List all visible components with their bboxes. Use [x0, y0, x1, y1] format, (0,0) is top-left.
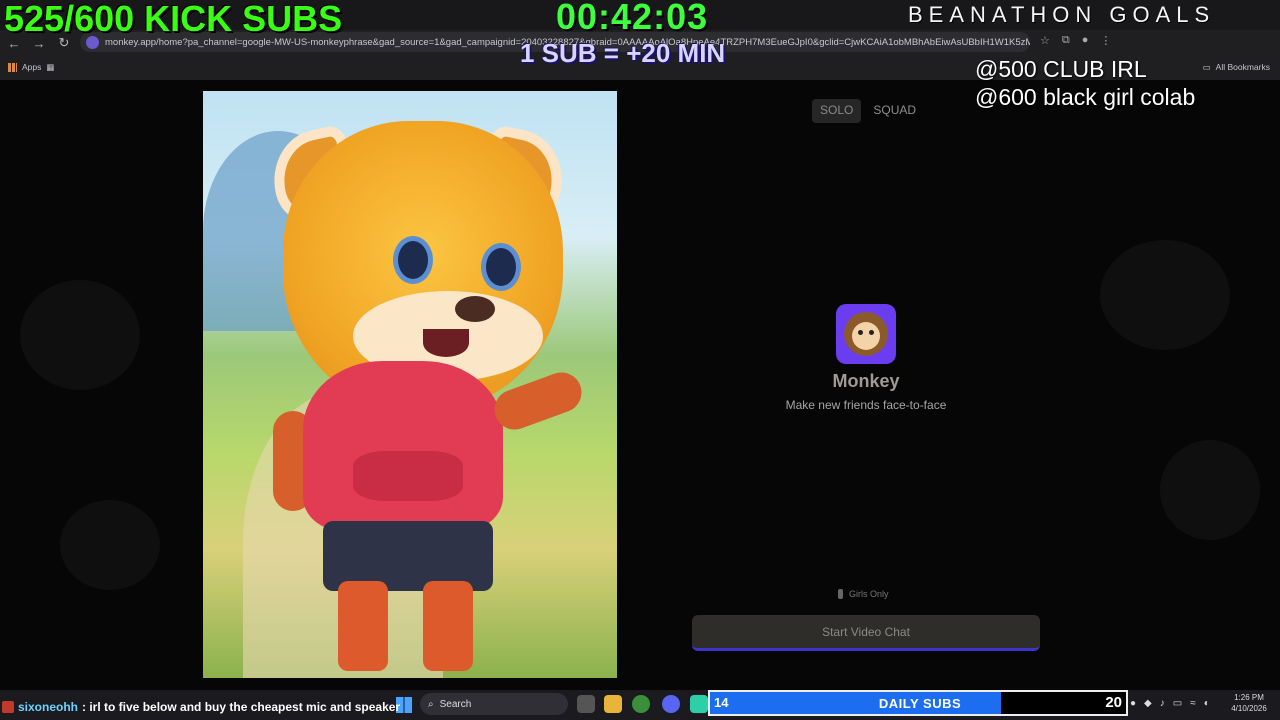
background-blob: [20, 280, 140, 390]
kick-icon[interactable]: [690, 695, 708, 713]
overlay-subs-goal: 525/600 KICK SUBS: [4, 0, 343, 39]
avatar-leg-right: [423, 581, 473, 671]
overlay-goal-item: @500 CLUB IRL: [975, 56, 1147, 82]
network-icon[interactable]: ▭: [1173, 698, 1182, 709]
chat-badge-icon: [2, 701, 14, 713]
background-blob: [1160, 440, 1260, 540]
chat-username: sixoneohh: [18, 700, 79, 714]
tray-app-icon[interactable]: ●: [1130, 698, 1136, 709]
app-name: Monkey: [832, 371, 900, 391]
daily-subs-goal: 20: [1105, 694, 1122, 711]
all-bookmarks[interactable]: ▭ All Bookmarks: [1203, 62, 1270, 73]
overlay-sub-rate: 1 SUB = +20 MIN: [520, 38, 726, 68]
overlay-timer: 00:42:03: [556, 0, 709, 37]
background-blob: [60, 500, 160, 590]
overlay-goal-item: @600 black girl colab: [975, 84, 1196, 110]
overlay-chat-message: sixoneohh : irl to five below and buy th…: [2, 700, 400, 714]
clock-time: 1:26 PM: [1234, 693, 1264, 702]
discord-icon[interactable]: [662, 695, 680, 713]
start-video-chat-button[interactable]: Start Video Chat: [692, 615, 1040, 651]
avatar-eye-left: [393, 236, 433, 284]
task-view-icon[interactable]: [577, 695, 595, 713]
extension-icon[interactable]: ⧉: [1062, 34, 1070, 47]
app-tagline: Make new friends face-to-face: [785, 398, 947, 412]
clock-date: 4/10/2026: [1231, 704, 1267, 713]
menu-icon[interactable]: ⋮: [1100, 34, 1111, 47]
monkey-page: SOLO SQUAD Monkey Make new friends face-…: [0, 80, 1280, 690]
shield-icon[interactable]: ◆: [1144, 698, 1152, 709]
screen: ← → ↻ monkey.app/home?pa_channel=google-…: [0, 0, 1280, 720]
avatar-mouth: [423, 329, 469, 357]
volume-icon[interactable]: ◐: [1204, 698, 1210, 709]
mode-squad[interactable]: SQUAD: [865, 99, 924, 123]
girls-only-toggle[interactable]: Girls Only: [838, 589, 889, 599]
search-label: Search: [439, 698, 472, 710]
monkey-eye: [858, 330, 863, 335]
folder-icon: ▭: [1202, 61, 1211, 72]
overlay-goals-title: BEANATHON GOALS: [908, 2, 1216, 27]
toggle-icon: [838, 589, 843, 599]
search-icon: ⌕: [428, 698, 434, 710]
daily-subs-label: DAILY SUBS: [878, 696, 962, 711]
mode-solo[interactable]: SOLO: [812, 99, 862, 123]
monkey-muzzle: [852, 322, 880, 350]
tab-groups-icon[interactable]: ▦: [46, 62, 54, 73]
file-explorer-icon[interactable]: [604, 695, 622, 713]
bookmark-apps[interactable]: Apps ▦: [8, 62, 54, 73]
wifi-icon[interactable]: ≈: [1190, 698, 1196, 709]
mode-toggle: SOLO SQUAD: [812, 99, 924, 123]
profile-icon[interactable]: ●: [1082, 34, 1089, 47]
background-blob: [1100, 240, 1230, 350]
hoodie-pocket: [353, 451, 463, 501]
system-tray: ● ◆ ♪ ▭ ≈ ◐: [1130, 698, 1210, 709]
taskbar-clock[interactable]: 1:26 PM 4/10/2026: [1224, 692, 1274, 714]
monkey-eye: [869, 330, 874, 335]
apps-label: Apps: [22, 62, 42, 72]
monkey-face-icon: [844, 312, 888, 356]
all-bookmarks-label: All Bookmarks: [1215, 62, 1270, 72]
avatar-eye-right: [481, 243, 521, 291]
bookmark-star-icon[interactable]: ☆: [1040, 34, 1050, 47]
chrome-icon[interactable]: [632, 695, 650, 713]
self-video-preview: [203, 91, 617, 678]
girls-only-label: Girls Only: [849, 589, 889, 599]
avatar-leg-left: [338, 581, 388, 671]
extension-icons: ☆ ⧉ ● ⋮: [1040, 34, 1111, 47]
avatar-nose: [455, 296, 495, 322]
microphone-icon[interactable]: ♪: [1160, 698, 1165, 709]
daily-subs-bar: 14 DAILY SUBS 20: [708, 690, 1128, 716]
apps-grid-icon: [8, 62, 17, 72]
avatar-hoodie: [303, 361, 503, 531]
chat-text: : irl to five below and buy the cheapest…: [82, 700, 401, 714]
taskbar-search[interactable]: ⌕ Search: [420, 693, 568, 715]
monkey-logo-icon: [836, 304, 896, 364]
